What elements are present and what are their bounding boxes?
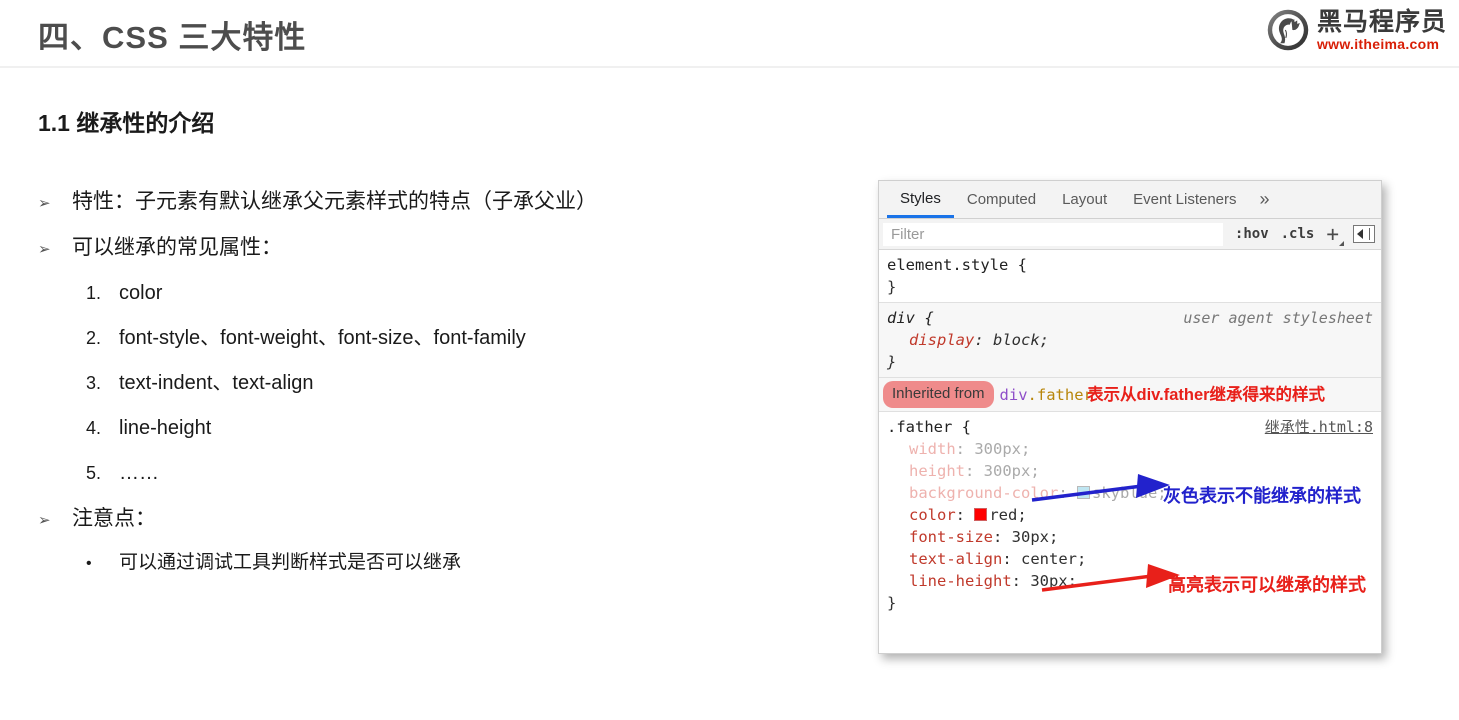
inherited-from-selector[interactable]: div.father	[1000, 384, 1093, 406]
list-number: 2.	[86, 328, 102, 349]
annotation-gray-note: 灰色表示不能继承的样式	[1163, 486, 1361, 506]
declaration-property: text-align	[909, 550, 1003, 568]
list-number: 3.	[86, 373, 102, 394]
rule-element-style[interactable]: element.style { }	[879, 250, 1381, 303]
styles-rules-body: element.style { } div { user agent style…	[879, 250, 1381, 618]
annotation-highlight-note: 高亮表示可以继承的样式	[1168, 575, 1366, 595]
declaration-property: display	[909, 331, 975, 349]
bullet-arrow-icon: ➢	[38, 241, 51, 259]
more-tabs-icon[interactable]: »	[1250, 181, 1280, 218]
list-item-label: 注意点：	[72, 507, 156, 531]
list-number: 5.	[86, 463, 102, 484]
content-list: ➢ 特性：子元素有默认继承父元素样式的特点（子承父业） ➢ 可以继承的常见属性：…	[38, 190, 838, 574]
declaration-property: background-color	[909, 484, 1059, 502]
rule-close-brace: }	[887, 278, 897, 296]
declaration[interactable]: display: block;	[887, 329, 1381, 351]
brand-logo: 黑马程序员 www.itheima.com	[1266, 8, 1447, 52]
declaration-property: width	[909, 440, 956, 458]
declaration-value: center;	[1021, 550, 1087, 568]
page-title: 四、CSS 三大特性	[38, 20, 307, 55]
list-item-label: text-indent、text-align	[119, 372, 314, 395]
inherited-from-badge: Inherited from	[883, 381, 994, 408]
declaration-value: skyblue;	[1091, 484, 1167, 502]
list-number: 1.	[86, 283, 102, 304]
plus-icon[interactable]: +	[1320, 223, 1344, 246]
devtools-filter-bar: :hov .cls +	[879, 219, 1381, 250]
rule-selector: element.style {	[887, 256, 1027, 274]
tab-computed[interactable]: Computed	[954, 181, 1049, 218]
list-item-label: ……	[119, 462, 159, 485]
rule-source-link[interactable]: 继承性.html:8	[1265, 416, 1373, 438]
rule-close-brace: }	[887, 353, 897, 371]
list-item-label: line-height	[119, 417, 212, 440]
list-item-label: 可以通过调试工具判断样式是否可以继承	[119, 552, 462, 574]
list-item: 2. font-style、font-weight、font-size、font…	[38, 327, 838, 349]
color-swatch-skyblue[interactable]	[1076, 486, 1090, 499]
panel-toggle-icon[interactable]	[1353, 225, 1375, 243]
declaration-property: height	[909, 462, 965, 480]
horse-head-circle-logo-icon	[1267, 9, 1309, 51]
tab-styles[interactable]: Styles	[887, 181, 954, 218]
bullet-arrow-icon: ➢	[38, 195, 51, 212]
inherited-tag: div	[999, 385, 1028, 404]
list-item: 5. ……	[38, 462, 838, 484]
list-item-label: 可以继承的常见属性：	[72, 236, 282, 260]
rule-selector: div {	[887, 309, 934, 327]
inherited-class: .father	[1027, 385, 1093, 404]
bullet-dot-icon: •	[86, 555, 92, 573]
slide-header: 四、CSS 三大特性 黑马程序员 www.itheima.com	[0, 0, 1459, 68]
declaration-value: 30px;	[1030, 572, 1077, 590]
declaration-value: red;	[989, 506, 1027, 524]
list-item: 4. line-height	[38, 417, 838, 439]
list-item-label: color	[119, 282, 163, 305]
declaration-property: color	[909, 506, 956, 524]
list-number: 4.	[86, 418, 102, 439]
declaration-property: font-size	[909, 528, 993, 546]
list-item-label: font-style、font-weight、font-size、font-fa…	[119, 327, 526, 350]
declaration[interactable]: height: 300px;	[887, 460, 1381, 482]
filter-input[interactable]	[883, 222, 1223, 246]
declaration[interactable]: font-size: 30px;	[887, 526, 1381, 548]
tab-layout[interactable]: Layout	[1049, 181, 1120, 218]
section-heading: 1.1 继承性的介绍	[38, 110, 215, 136]
list-item: 3. text-indent、text-align	[38, 372, 838, 394]
cls-toggle-button[interactable]: .cls	[1275, 226, 1321, 242]
hov-toggle-button[interactable]: :hov	[1229, 226, 1275, 242]
tab-event-listeners[interactable]: Event Listeners	[1120, 181, 1249, 218]
list-item: ➢ 注意点：	[38, 507, 838, 530]
declaration-value: 300px;	[983, 462, 1040, 480]
devtools-tab-bar: Styles Computed Layout Event Listeners »	[879, 181, 1381, 219]
rule-selector: .father {	[887, 418, 971, 436]
list-item: 1. color	[38, 282, 838, 304]
brand-url: www.itheima.com	[1316, 35, 1440, 52]
declaration[interactable]: text-align: center;	[887, 548, 1381, 570]
declaration-property: line-height	[909, 572, 1012, 590]
rule-div-user-agent[interactable]: div { user agent stylesheet display: blo…	[879, 303, 1381, 378]
declaration-value: 300px;	[974, 440, 1031, 458]
declaration-value: 30px;	[1011, 528, 1059, 546]
color-swatch-red[interactable]	[974, 508, 988, 521]
bullet-arrow-icon: ➢	[38, 512, 51, 530]
list-item-label: 特性：子元素有默认继承父元素样式的特点（子承父业）	[72, 190, 597, 213]
brand-name: 黑马程序员	[1316, 7, 1447, 36]
declaration[interactable]: width: 300px;	[887, 438, 1381, 460]
list-item: ➢ 可以继承的常见属性：	[38, 236, 838, 259]
annotation-inherit-note: 表示从div.father继承得来的样式	[1087, 386, 1326, 404]
list-item: • 可以通过调试工具判断样式是否可以继承	[38, 552, 838, 574]
rule-origin: user agent stylesheet	[1183, 309, 1373, 327]
declaration-value: block;	[993, 331, 1049, 349]
list-item: ➢ 特性：子元素有默认继承父元素样式的特点（子承父业）	[38, 190, 838, 213]
